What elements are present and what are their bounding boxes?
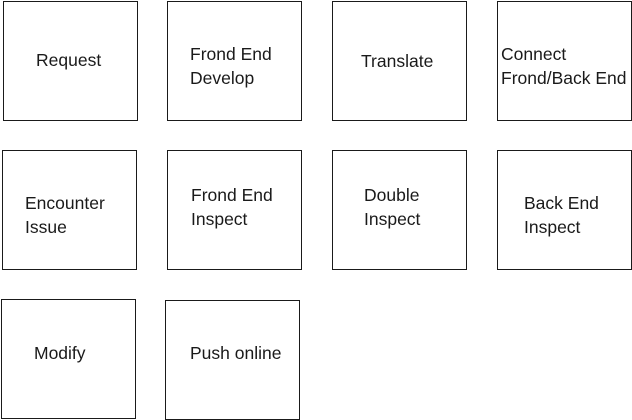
box-label-translate: Translate — [361, 51, 434, 71]
box-label-modify: Modify — [34, 343, 86, 363]
box-label-frond-end-develop: Frond End Develop — [190, 44, 272, 88]
box-label-double-inspect: Double Inspect — [364, 185, 421, 229]
box-label-back-end-inspect: Back End Inspect — [524, 193, 599, 237]
box-label-frond-end-inspect: Frond End Inspect — [191, 185, 273, 229]
box-label-encounter-issue: Encounter Issue — [25, 193, 105, 237]
box-label-connect: Connect Frond/Back End — [501, 44, 627, 88]
box-label-push-online: Push online — [190, 343, 282, 363]
box-label-request: Request — [36, 50, 102, 70]
